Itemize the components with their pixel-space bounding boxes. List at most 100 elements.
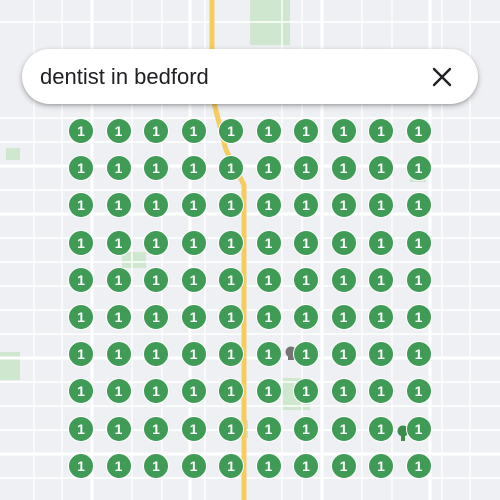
result-pin[interactable]: 1	[368, 341, 394, 368]
result-pin[interactable]: 1	[330, 378, 357, 405]
result-pin[interactable]: 1	[293, 229, 319, 256]
result-pin[interactable]: 1	[105, 415, 132, 442]
result-pin[interactable]: 1	[68, 229, 94, 256]
result-pin[interactable]: 1	[293, 415, 319, 442]
result-pin[interactable]: 1	[68, 266, 94, 293]
result-pin[interactable]: 1	[180, 229, 207, 256]
result-pin[interactable]: 1	[368, 304, 394, 330]
result-pin[interactable]: 1	[293, 155, 319, 182]
result-pin[interactable]: 1	[255, 415, 282, 442]
result-pin[interactable]: 1	[405, 118, 432, 144]
result-pin[interactable]: 1	[218, 304, 244, 330]
result-pin[interactable]: 1	[293, 304, 319, 330]
result-pin[interactable]: 1	[368, 378, 394, 405]
result-pin[interactable]: 1	[180, 118, 207, 144]
result-pin[interactable]: 1	[105, 192, 132, 219]
result-pin[interactable]: 1	[255, 304, 282, 330]
result-pin[interactable]: 1	[143, 266, 169, 293]
result-pin[interactable]: 1	[255, 341, 282, 368]
result-pin[interactable]: 1	[218, 192, 244, 219]
result-pin[interactable]: 1	[405, 415, 432, 442]
result-pin[interactable]: 1	[330, 155, 357, 182]
result-pin[interactable]: 1	[105, 155, 132, 182]
result-pin[interactable]: 1	[405, 229, 432, 256]
result-pin[interactable]: 1	[218, 452, 244, 479]
result-pin[interactable]: 1	[293, 341, 319, 368]
result-pin[interactable]: 1	[68, 118, 94, 144]
result-pin[interactable]: 1	[330, 415, 357, 442]
result-pin[interactable]: 1	[405, 341, 432, 368]
result-pin[interactable]: 1	[330, 118, 357, 144]
result-pin[interactable]: 1	[330, 192, 357, 219]
result-pin[interactable]: 1	[368, 452, 394, 479]
result-pin[interactable]: 1	[143, 118, 169, 144]
result-pin[interactable]: 1	[255, 452, 282, 479]
result-pin[interactable]: 1	[330, 229, 357, 256]
result-pin[interactable]: 1	[293, 266, 319, 293]
result-pin[interactable]: 1	[143, 229, 169, 256]
result-pin[interactable]: 1	[368, 118, 394, 144]
result-pin[interactable]: 1	[330, 266, 357, 293]
result-pin[interactable]: 1	[218, 415, 244, 442]
result-pin[interactable]: 1	[180, 378, 207, 405]
result-pin[interactable]: 1	[68, 452, 94, 479]
result-pin[interactable]: 1	[293, 378, 319, 405]
result-pin[interactable]: 1	[143, 415, 169, 442]
result-pin[interactable]: 1	[255, 266, 282, 293]
result-pin[interactable]: 1	[180, 452, 207, 479]
result-pin[interactable]: 1	[368, 192, 394, 219]
result-pin[interactable]: 1	[105, 118, 132, 144]
clear-search-button[interactable]	[424, 59, 460, 95]
result-pin[interactable]: 1	[105, 378, 132, 405]
result-pin[interactable]: 1	[255, 378, 282, 405]
result-pin[interactable]: 1	[180, 341, 207, 368]
result-pin[interactable]: 1	[180, 266, 207, 293]
result-pin[interactable]: 1	[180, 192, 207, 219]
result-pin[interactable]: 1	[218, 229, 244, 256]
result-pin[interactable]: 1	[143, 155, 169, 182]
result-pin[interactable]: 1	[293, 452, 319, 479]
result-pin[interactable]: 1	[330, 304, 357, 330]
result-pin[interactable]: 1	[143, 304, 169, 330]
result-pin[interactable]: 1	[405, 378, 432, 405]
result-pin[interactable]: 1	[68, 155, 94, 182]
result-pin[interactable]: 1	[105, 341, 132, 368]
search-input[interactable]	[40, 49, 420, 104]
result-pin[interactable]: 1	[68, 341, 94, 368]
result-pin[interactable]: 1	[105, 266, 132, 293]
result-pin[interactable]: 1	[218, 341, 244, 368]
result-pin[interactable]: 1	[218, 155, 244, 182]
result-pin[interactable]: 1	[143, 341, 169, 368]
result-pin[interactable]: 1	[180, 415, 207, 442]
result-pin[interactable]: 1	[368, 229, 394, 256]
result-pin[interactable]: 1	[143, 192, 169, 219]
result-pin[interactable]: 1	[405, 452, 432, 479]
result-pin[interactable]: 1	[368, 155, 394, 182]
result-pin[interactable]: 1	[255, 229, 282, 256]
result-pin[interactable]: 1	[105, 304, 132, 330]
result-pin[interactable]: 1	[105, 229, 132, 256]
result-pin[interactable]: 1	[405, 266, 432, 293]
result-pin[interactable]: 1	[293, 192, 319, 219]
result-pin[interactable]: 1	[405, 192, 432, 219]
result-pin[interactable]: 1	[405, 304, 432, 330]
result-pin[interactable]: 1	[68, 415, 94, 442]
result-pin[interactable]: 1	[68, 304, 94, 330]
result-pin[interactable]: 1	[180, 304, 207, 330]
result-pin[interactable]: 1	[255, 155, 282, 182]
result-pin[interactable]: 1	[105, 452, 132, 479]
result-pin[interactable]: 1	[143, 378, 169, 405]
result-pin[interactable]: 1	[293, 118, 319, 144]
result-pin[interactable]: 1	[218, 118, 244, 144]
result-pin[interactable]: 1	[255, 192, 282, 219]
result-pin[interactable]: 1	[368, 266, 394, 293]
result-pin[interactable]: 1	[330, 341, 357, 368]
result-pin[interactable]: 1	[180, 155, 207, 182]
result-pin[interactable]: 1	[218, 378, 244, 405]
result-pin[interactable]: 1	[330, 452, 357, 479]
result-pin[interactable]: 1	[68, 378, 94, 405]
result-pin[interactable]: 1	[368, 415, 394, 442]
result-pin[interactable]: 1	[255, 118, 282, 144]
result-pin[interactable]: 1	[68, 192, 94, 219]
result-pin[interactable]: 1	[143, 452, 169, 479]
